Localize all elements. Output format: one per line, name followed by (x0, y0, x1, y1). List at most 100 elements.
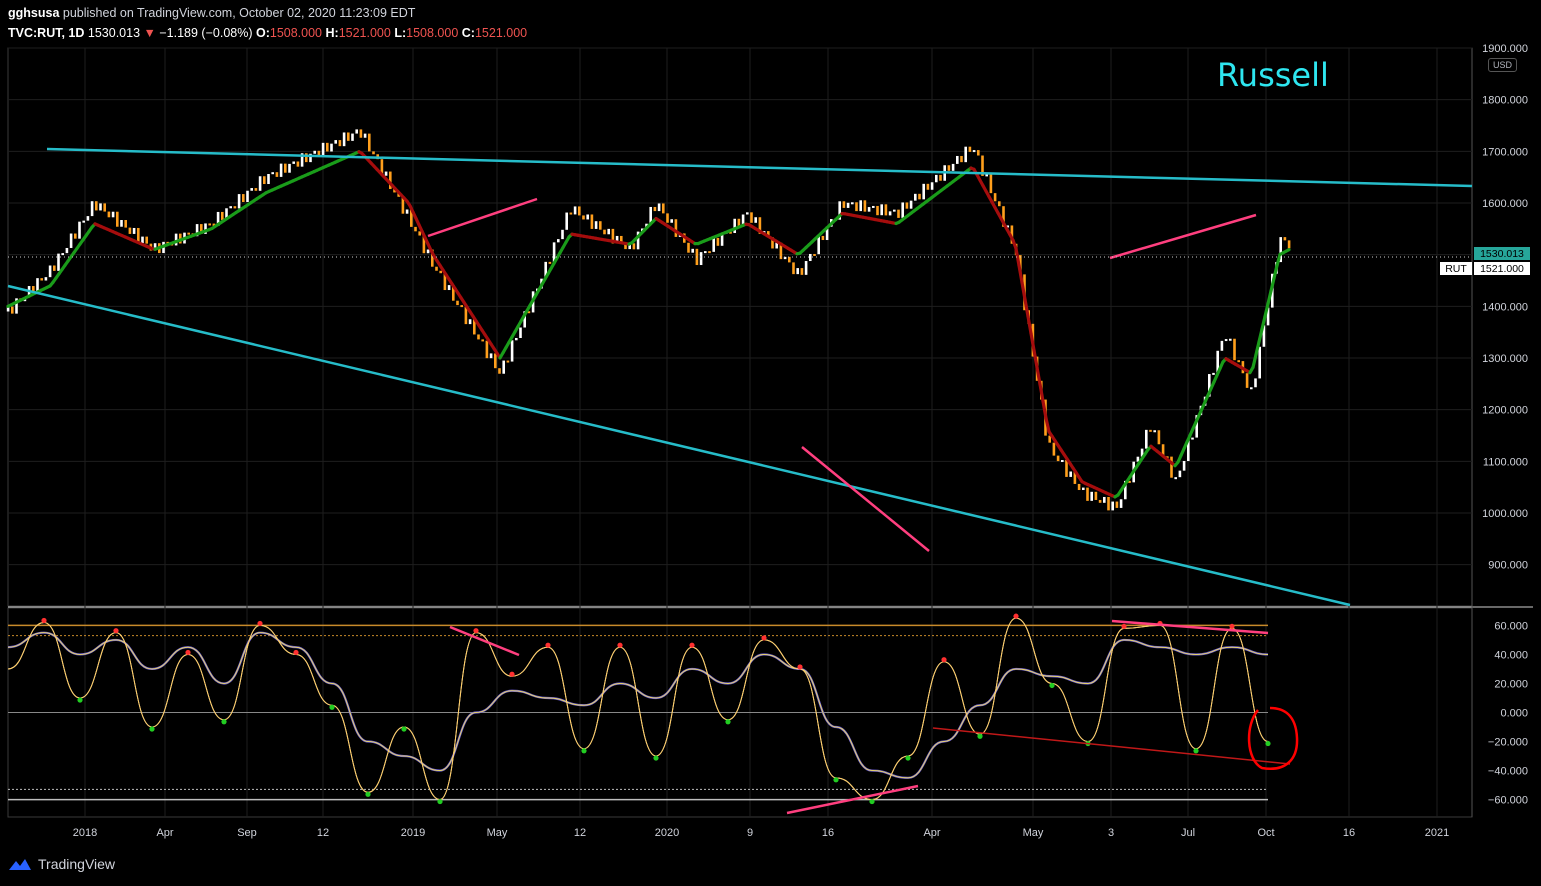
lower-trendline (7, 284, 1351, 607)
price-bar (573, 206, 577, 215)
price-bar (359, 129, 363, 138)
price-bar (1250, 387, 1253, 390)
price-bar (855, 202, 858, 212)
price-bar (1224, 339, 1228, 342)
price-bar (712, 237, 715, 252)
price-bar (246, 190, 249, 203)
price-bar (187, 232, 190, 235)
price-bar (263, 176, 266, 185)
price-tick-label: 1600.000 (1482, 198, 1528, 210)
price-bar (872, 205, 875, 208)
price-bar (1220, 340, 1224, 351)
moving-average-segment (1266, 289, 1273, 306)
price-bar (174, 233, 178, 246)
price-bar (754, 217, 757, 223)
price-bar (670, 219, 673, 223)
price-bar (82, 220, 85, 223)
price-bar (876, 205, 879, 216)
price-bar (884, 204, 888, 216)
tradingview-logo-icon (9, 859, 31, 870)
price-bar (968, 146, 972, 152)
currency-badge[interactable]: USD (1488, 58, 1518, 72)
x-tick-label: Jul (1181, 827, 1195, 839)
price-tick-label: 900.000 (1488, 560, 1528, 572)
price-bar (666, 213, 669, 223)
price-pane (7, 47, 1473, 607)
oscillator-signal-dot (365, 791, 371, 797)
oscillator-signal-dot (761, 635, 767, 641)
oscillator-tick-label: 20.000 (1494, 678, 1528, 690)
price-bar (699, 252, 703, 266)
oscillator-tick-label: −20.000 (1488, 737, 1528, 749)
x-tick-label: 2019 (401, 827, 425, 839)
oscillator-signal-dot (473, 628, 479, 634)
price-bar (1157, 430, 1161, 445)
price-bar (1090, 491, 1093, 501)
price-bar (330, 143, 333, 152)
price-bar (477, 334, 480, 340)
price-bar (363, 133, 367, 138)
price-bar (384, 171, 388, 176)
price-bar (1107, 496, 1110, 511)
oscillator-tick-label: 0.000 (1500, 708, 1528, 720)
price-bar (95, 201, 98, 211)
price-bar (935, 174, 938, 183)
oscillator-signal-dot (617, 642, 623, 648)
price-bar (258, 176, 262, 191)
price-bar (57, 253, 60, 271)
oscillator-signal-dot (113, 628, 119, 634)
oscillator-signal-dot (293, 649, 299, 656)
price-bar (792, 262, 795, 275)
price-bar (368, 133, 371, 152)
price-bar (271, 172, 274, 175)
price-bar (851, 202, 854, 205)
price-bar (208, 223, 211, 226)
price-bar (1145, 429, 1148, 449)
price-bar (250, 188, 253, 191)
price-bar (107, 211, 111, 218)
price-bar (561, 229, 564, 240)
price-bar (905, 202, 909, 209)
brand-footer[interactable]: TradingView (8, 856, 115, 872)
price-bar (334, 140, 337, 144)
price-bar (708, 251, 711, 254)
oscillator-signal-dot (329, 704, 335, 710)
price-bar (918, 193, 921, 200)
price-bar (1229, 338, 1232, 341)
divergence-line (449, 625, 520, 657)
oscillator-signal-dot (653, 755, 659, 761)
price-bar (1119, 499, 1123, 508)
price-bar (120, 220, 123, 227)
price-tick-label: 1900.000 (1482, 43, 1528, 55)
x-tick-label: 12 (317, 827, 329, 839)
price-bar (998, 201, 1001, 207)
price-bar (716, 237, 720, 246)
oscillator-signal-dot (1229, 623, 1235, 629)
moving-average-segment (1026, 314, 1033, 335)
price-bar (653, 206, 657, 212)
price-bar (481, 339, 484, 342)
price-bar (53, 265, 56, 271)
price-bar (1111, 501, 1114, 511)
oscillator-signal-dot (41, 617, 47, 624)
price-bar (565, 212, 568, 230)
price-bar (993, 193, 997, 202)
price-bar (893, 209, 896, 212)
price-bar (502, 360, 505, 374)
price-bar (733, 218, 736, 234)
price-bar (296, 161, 300, 167)
x-tick-label: 2021 (1425, 827, 1449, 839)
x-tick-label: 2020 (655, 827, 679, 839)
price-bar (947, 165, 951, 171)
price-bar (485, 340, 489, 359)
price-bar (964, 146, 967, 163)
oscillator-signal-dot (941, 657, 947, 663)
price-bar (11, 306, 14, 314)
last-price-badge-text: 1530.013 (1480, 248, 1524, 260)
price-bar (1061, 460, 1064, 463)
divergence-line (1111, 619, 1269, 635)
chart-canvas[interactable]: Russell 2018 Apr Sep 12 2019 May 12 2020 9 16 Apr M… (0, 0, 1541, 886)
price-bar (578, 206, 581, 216)
x-tick-label: 9 (747, 827, 753, 839)
price-bar (124, 220, 127, 228)
